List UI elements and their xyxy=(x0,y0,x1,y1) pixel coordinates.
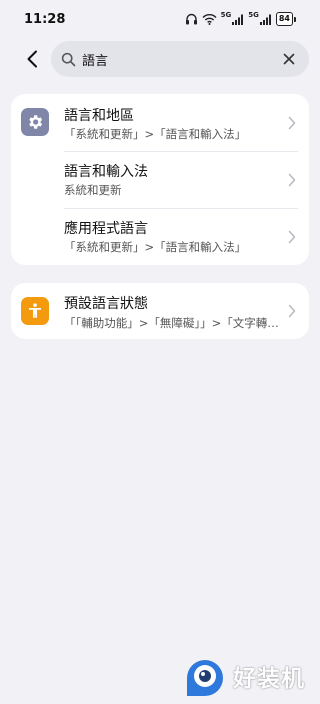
result-path: 「系統和更新」>「語言和輸入法」 xyxy=(64,127,247,141)
chevron-right-icon xyxy=(288,173,296,187)
watermark-logo-icon xyxy=(187,660,223,696)
watermark-text: 好装机 xyxy=(233,665,305,692)
watermark: 好装机 xyxy=(183,654,305,698)
result-path: 系統和更新 xyxy=(64,183,122,197)
search-icon xyxy=(61,52,76,67)
headphones-icon xyxy=(185,13,198,25)
signal-icon-1 xyxy=(232,14,244,25)
search-box[interactable] xyxy=(51,41,309,77)
results-card-system: 語言和地區 「系統和更新」>「語言和輸入法」 語言和輸入法 系統和更新 應用程式… xyxy=(11,94,309,265)
status-icons: 5G 5G 84 xyxy=(185,11,296,26)
chevron-right-icon xyxy=(288,116,296,130)
network-type-label-2: 5G xyxy=(248,11,259,19)
accessibility-icon xyxy=(21,297,49,325)
battery-icon: 84 xyxy=(275,12,296,26)
result-path: 「「輔助功能」>「無障礙」」>「文字轉換... xyxy=(64,316,284,330)
signal-icon-2 xyxy=(259,14,272,25)
chevron-right-icon xyxy=(288,304,296,318)
close-icon xyxy=(283,53,295,65)
result-title: 語言和地區 xyxy=(64,108,134,124)
result-item-language-input[interactable]: 語言和輸入法 系統和更新 xyxy=(11,151,309,208)
result-item-language-region[interactable]: 語言和地區 「系統和更新」>「語言和輸入法」 xyxy=(11,94,309,151)
back-arrow-icon xyxy=(27,50,37,68)
gear-icon xyxy=(21,108,49,136)
result-title: 語言和輸入法 xyxy=(64,164,148,180)
results-card-accessibility: 預設語言狀態 「「輔助功能」>「無障礙」」>「文字轉換... xyxy=(11,283,309,339)
network-type-label-1: 5G xyxy=(220,11,232,19)
clear-search-button[interactable] xyxy=(279,49,299,69)
back-button[interactable] xyxy=(18,45,46,73)
status-time: 11:28 xyxy=(24,11,66,27)
search-header xyxy=(0,41,320,77)
search-input[interactable] xyxy=(82,51,279,67)
chevron-right-icon xyxy=(288,230,296,244)
status-bar: 11:28 5G 5G 84 xyxy=(0,0,320,38)
battery-level: 84 xyxy=(275,12,293,26)
result-item-app-language[interactable]: 應用程式語言 「系統和更新」>「語言和輸入法」 xyxy=(11,208,309,265)
result-path: 「系統和更新」>「語言和輸入法」 xyxy=(64,240,247,254)
wifi-icon xyxy=(202,13,217,25)
result-title: 預設語言狀態 xyxy=(64,296,148,312)
result-item-default-language-status[interactable]: 預設語言狀態 「「輔助功能」>「無障礙」」>「文字轉換... xyxy=(11,283,309,339)
result-title: 應用程式語言 xyxy=(64,221,148,237)
